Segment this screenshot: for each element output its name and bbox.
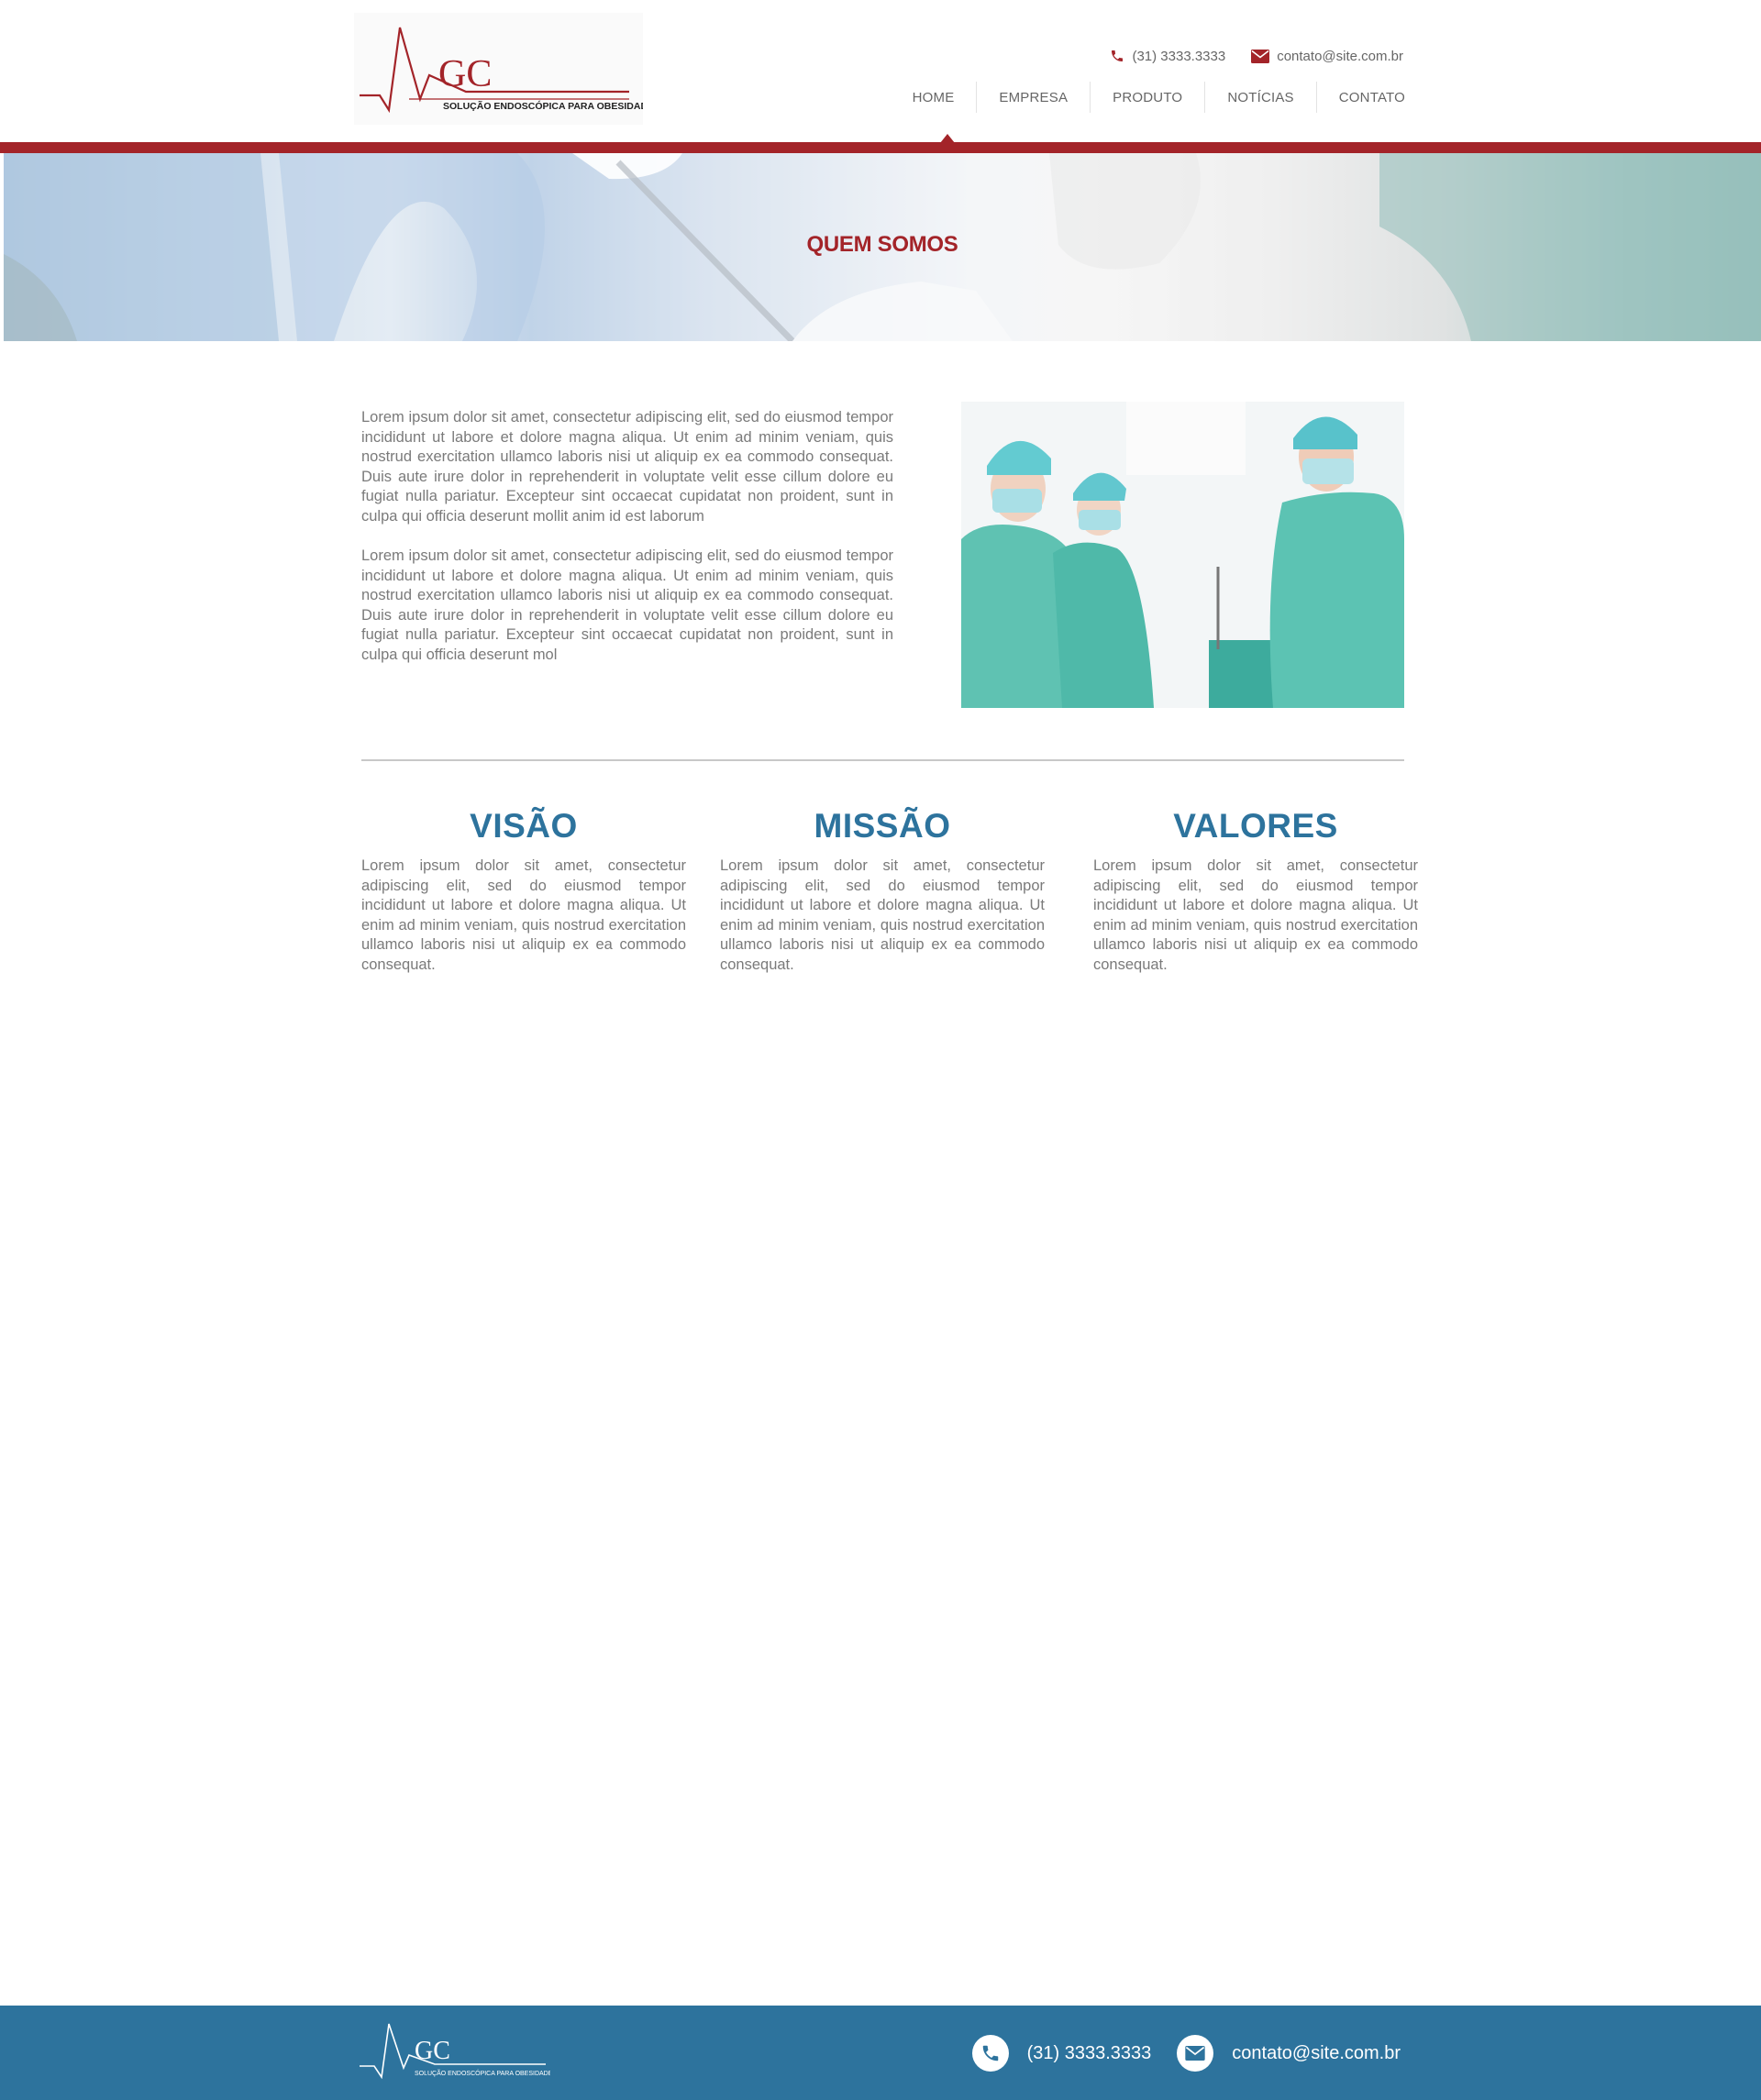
nav-produto[interactable]: PRODUTO	[1090, 82, 1204, 113]
nav-home[interactable]: HOME	[891, 82, 977, 113]
footer-logo-letters: GC	[415, 2037, 450, 2065]
header-phone-text: (31) 3333.3333	[1132, 48, 1226, 64]
footer-phone[interactable]: (31) 3333.3333	[971, 2035, 1152, 2072]
envelope-icon	[1251, 49, 1270, 63]
page-banner: QUEM SOMOS	[4, 153, 1761, 341]
header-email-text: contato@site.com.br	[1277, 48, 1403, 64]
values-title: VALORES	[1173, 807, 1338, 845]
logo-letters: GC	[438, 53, 492, 95]
phone-icon	[1112, 50, 1124, 61]
header-phone[interactable]: (31) 3333.3333	[1110, 49, 1225, 64]
header-contact: (31) 3333.3333 contato@site.com.br	[1110, 46, 1403, 66]
vision-text: Lorem ipsum dolor sit amet, consectetur …	[361, 857, 686, 973]
footer-logo-tagline: SOLUÇÃO ENDOSCÓPICA PARA OBESIDADE	[415, 2069, 550, 2077]
mission-title: MISSÃO	[814, 807, 951, 845]
footer-contact: (31) 3333.3333 contato@site.com.br	[971, 2035, 1401, 2072]
site-logo[interactable]: GC SOLUÇÃO ENDOSCÓPICA PARA OBESIDADE	[354, 13, 643, 125]
vision-column: VISÃO Lorem ipsum dolor sit amet, consec…	[361, 807, 686, 975]
intro-paragraph-1: Lorem ipsum dolor sit amet, consectetur …	[361, 409, 893, 525]
footer-email-text: contato@site.com.br	[1232, 2042, 1401, 2063]
logo-tagline: SOLUÇÃO ENDOSCÓPICA PARA OBESIDADE	[443, 100, 643, 112]
nav-empresa[interactable]: EMPRESA	[976, 82, 1090, 113]
intro-paragraph-2: Lorem ipsum dolor sit amet, consectetur …	[361, 547, 893, 663]
mission-column: MISSÃO Lorem ipsum dolor sit amet, conse…	[720, 807, 1045, 975]
surgeons-photo	[961, 402, 1404, 708]
vision-title: VISÃO	[470, 807, 578, 845]
intro-text: Lorem ipsum dolor sit amet, consectetur …	[361, 408, 893, 685]
nav-contato[interactable]: CONTATO	[1315, 82, 1405, 113]
footer-email[interactable]: contato@site.com.br	[1177, 2035, 1401, 2072]
main-nav: HOME EMPRESA PRODUTO NOTÍCIAS CONTATO	[891, 81, 1405, 114]
page-title: QUEM SOMOS	[806, 232, 958, 257]
values-column: VALORES Lorem ipsum dolor sit amet, cons…	[1093, 807, 1418, 975]
header-email[interactable]: contato@site.com.br	[1251, 49, 1403, 64]
section-divider	[361, 759, 1404, 761]
mission-text: Lorem ipsum dolor sit amet, consectetur …	[720, 857, 1045, 973]
values-text: Lorem ipsum dolor sit amet, consectetur …	[1093, 857, 1418, 973]
footer-logo[interactable]: GC SOLUÇÃO ENDOSCÓPICA PARA OBESIDADE	[358, 2018, 553, 2087]
phone-icon	[971, 2035, 1009, 2072]
nav-noticias[interactable]: NOTÍCIAS	[1204, 82, 1315, 113]
site-footer: GC SOLUÇÃO ENDOSCÓPICA PARA OBESIDADE (3…	[0, 2006, 1761, 2100]
header-accent-bar	[0, 142, 1761, 153]
site-header: GC SOLUÇÃO ENDOSCÓPICA PARA OBESIDADE (3…	[0, 0, 1761, 143]
footer-phone-text: (31) 3333.3333	[1026, 2042, 1152, 2063]
envelope-icon	[1177, 2035, 1214, 2072]
